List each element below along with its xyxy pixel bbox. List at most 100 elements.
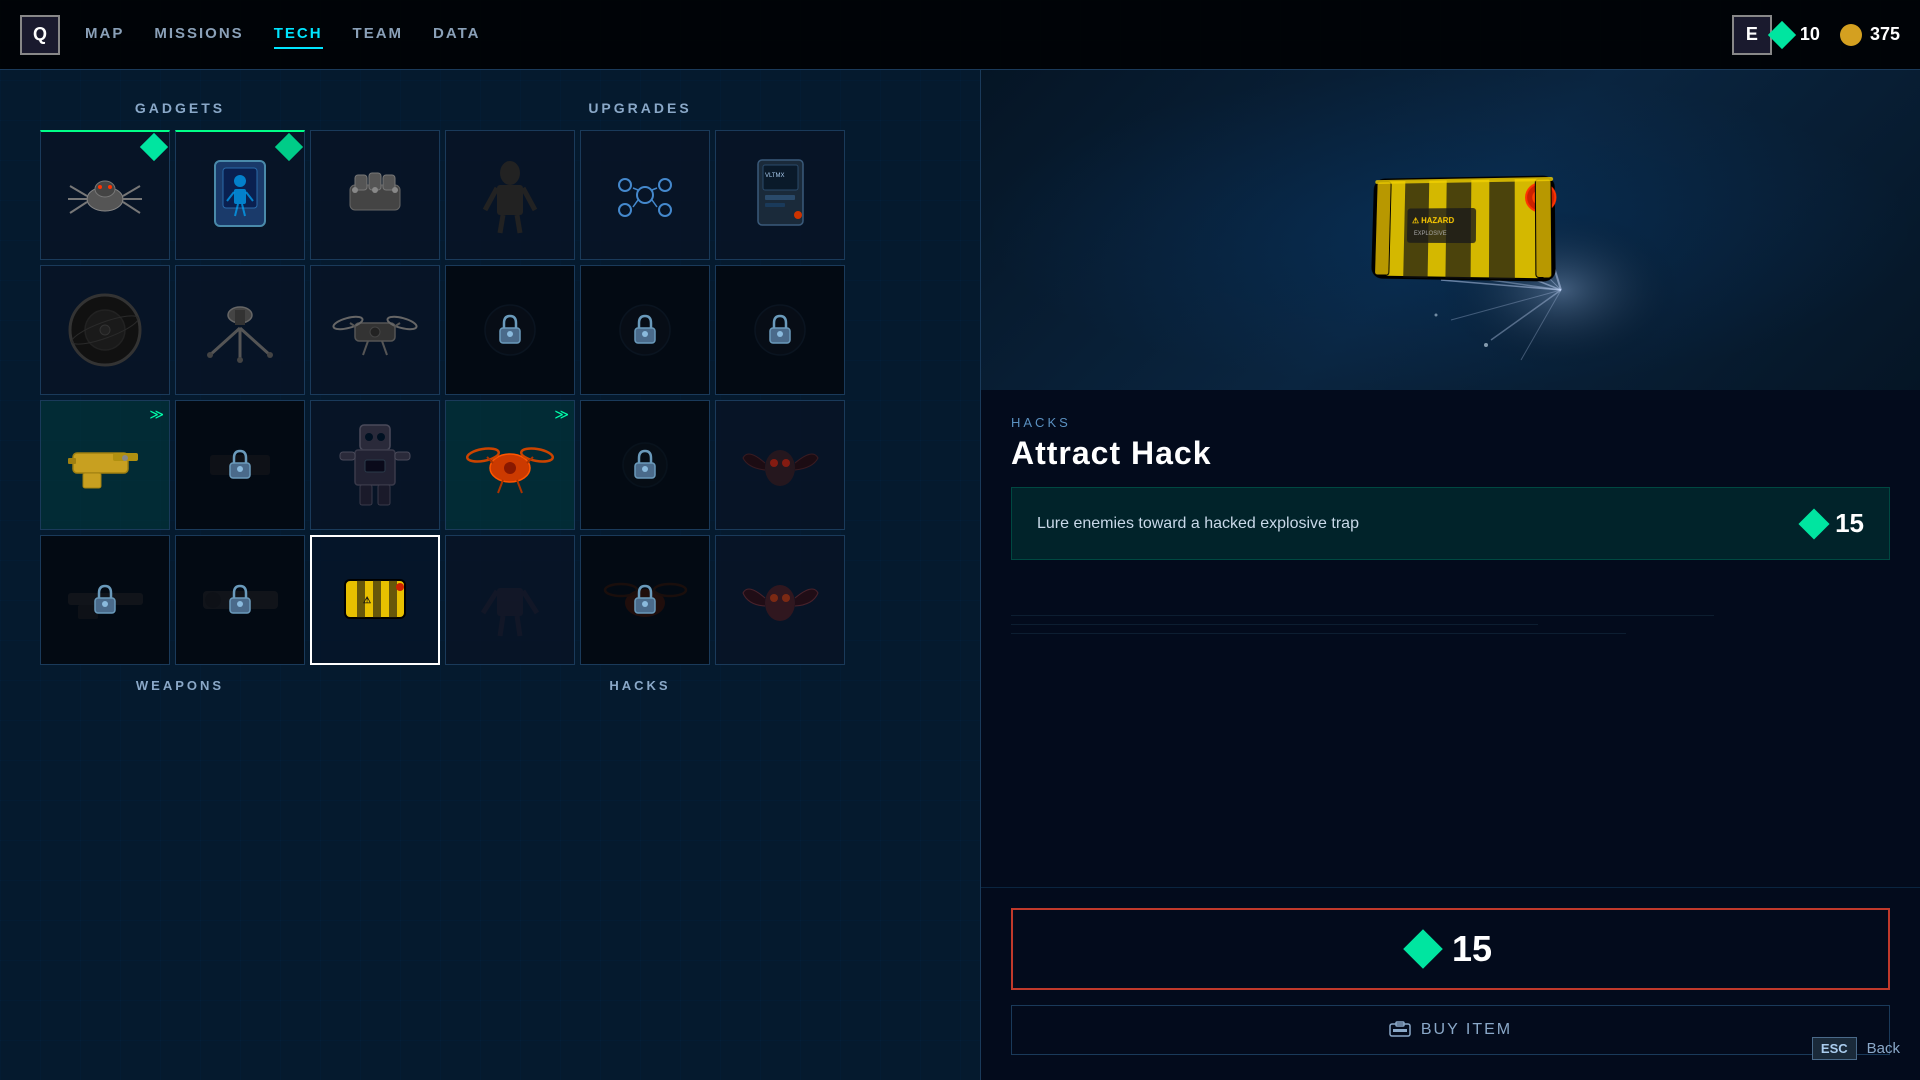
item-preview: ⚠ HAZARD EXPLOSIVE (981, 70, 1920, 390)
grid-item-locked-2[interactable] (580, 265, 710, 395)
nav-tech[interactable]: TECH (274, 20, 323, 49)
grid-item-molecule[interactable] (580, 130, 710, 260)
dark-creature-icon (738, 563, 823, 638)
buy-price-display: 15 (1011, 908, 1890, 990)
lock-overlay-dh (581, 536, 709, 664)
cost-amount: 15 (1835, 508, 1864, 539)
drone-hack-icon (465, 430, 555, 500)
buy-section: 15 Buy Item (981, 887, 1920, 1080)
lock-overlay-1 (446, 266, 574, 394)
grid-item-locked-launcher[interactable] (175, 535, 305, 665)
grid-row-4: ⚠ (40, 535, 940, 665)
grid-item-locked-shotgun[interactable] (40, 535, 170, 665)
nav-map[interactable]: MAP (85, 20, 124, 49)
coin-icon (1840, 24, 1862, 46)
item-description-box: Lure enemies toward a hacked explosive t… (1011, 487, 1890, 560)
item-category: HACKS (1011, 415, 1890, 430)
diamond-amount: 10 (1800, 24, 1820, 45)
currency-display: 10 375 (1772, 24, 1900, 46)
diamond-icon (1768, 20, 1796, 48)
left-panel: GADGETS UPGRADES (0, 70, 980, 1080)
grid-item-drone1[interactable] (310, 265, 440, 395)
grid-item-device1[interactable]: VLTMX (715, 130, 845, 260)
lock-overlay-h1 (581, 401, 709, 529)
item-name: Attract Hack (1011, 435, 1890, 472)
molecule-icon (605, 160, 685, 230)
lock-icon-1 (496, 314, 524, 346)
explosive-device-3d: ⚠ HAZARD EXPLOSIVE (1315, 145, 1598, 318)
grid-item-disc[interactable] (40, 265, 170, 395)
grid-row-1: VLTMX (40, 130, 940, 260)
nav-items: MAP MISSIONS TECH TEAM DATA (85, 20, 1712, 49)
grid-item-spider[interactable] (40, 130, 170, 260)
buy-icon (1389, 1021, 1411, 1039)
grid-item-locked-hack-1[interactable] (580, 400, 710, 530)
coin-currency: 375 (1840, 24, 1900, 46)
lock-icon-h1 (631, 449, 659, 481)
lock-icon-dh (631, 584, 659, 616)
grid-item-explosive-hack[interactable]: ⚠ (310, 535, 440, 665)
mech-icon (335, 420, 415, 510)
upgrades-header: UPGRADES (588, 100, 691, 116)
disc-icon (60, 285, 150, 375)
knuckles-icon (335, 160, 415, 230)
svg-text:VLTMX: VLTMX (765, 173, 785, 179)
lock-overlay-w1 (176, 401, 304, 529)
pistol-icon (63, 438, 148, 493)
grid-item-locked-3[interactable] (715, 265, 845, 395)
grid-item-locked-1[interactable] (445, 265, 575, 395)
svg-text:⚠: ⚠ (363, 595, 371, 605)
nav-missions[interactable]: MISSIONS (154, 20, 243, 49)
q-button[interactable]: Q (20, 15, 60, 55)
nav-team[interactable]: TEAM (353, 20, 404, 49)
lock-overlay-3 (716, 266, 844, 394)
grid-item-creature[interactable] (715, 400, 845, 530)
equip-arrows-1: ≫ (149, 406, 164, 423)
svg-text:⚠ HAZARD: ⚠ HAZARD (1412, 215, 1455, 224)
grid-item-knuckles[interactable] (310, 130, 440, 260)
e-label: E (1746, 24, 1758, 45)
grid-item-hacker[interactable] (445, 535, 575, 665)
explosive-3d-svg: ⚠ HAZARD EXPLOSIVE (1315, 145, 1598, 312)
back-label: Back (1867, 1040, 1900, 1057)
equipped-indicator-1 (140, 133, 168, 161)
right-panel: ╠ ╣ (980, 70, 1920, 1080)
creature-icon (738, 428, 823, 503)
grid-item-locked-weapon-1[interactable] (175, 400, 305, 530)
item-description: Lure enemies toward a hacked explosive t… (1037, 512, 1783, 536)
lock-overlay-2 (581, 266, 709, 394)
item-info: HACKS Attract Hack Lure enemies toward a… (981, 390, 1920, 585)
silhouette1-icon (475, 155, 545, 235)
top-nav: Q MAP MISSIONS TECH TEAM DATA E 10 375 (0, 0, 1920, 70)
shield-device-icon (205, 156, 275, 236)
svg-text:EXPLOSIVE: EXPLOSIVE (1413, 230, 1446, 236)
q-label: Q (33, 24, 47, 45)
buy-diamond-icon (1403, 929, 1443, 969)
lock-icon-ln (226, 584, 254, 616)
esc-back[interactable]: ESC Back (1812, 1037, 1900, 1060)
grid-item-mech[interactable] (310, 400, 440, 530)
tripod-icon (200, 290, 280, 370)
grid-item-pistol[interactable]: ≫ (40, 400, 170, 530)
grid-item-dark-creature[interactable] (715, 535, 845, 665)
item-cost: 15 (1803, 508, 1864, 539)
coin-amount: 375 (1870, 24, 1900, 45)
grid-item-tripod[interactable] (175, 265, 305, 395)
lock-icon-3 (766, 314, 794, 346)
buy-item-button[interactable]: Buy Item (1011, 1005, 1890, 1055)
grid-item-drone-hack[interactable]: ≫ (445, 400, 575, 530)
item-stats (981, 585, 1920, 887)
grid-item-silhouette1[interactable] (445, 130, 575, 260)
e-button[interactable]: E (1732, 15, 1772, 55)
nav-data[interactable]: DATA (433, 20, 480, 49)
explosive-hack-icon: ⚠ (335, 565, 415, 635)
lock-icon-sg (91, 584, 119, 616)
diamond-currency: 10 (1772, 24, 1820, 45)
grid-item-locked-drone-hack[interactable] (580, 535, 710, 665)
lock-icon-w1 (226, 449, 254, 481)
grid-item-shield[interactable] (175, 130, 305, 260)
gadgets-header: GADGETS (135, 100, 225, 116)
lock-overlay-ln (176, 536, 304, 664)
device1-icon: VLTMX (743, 155, 818, 235)
spider-icon (65, 161, 145, 231)
